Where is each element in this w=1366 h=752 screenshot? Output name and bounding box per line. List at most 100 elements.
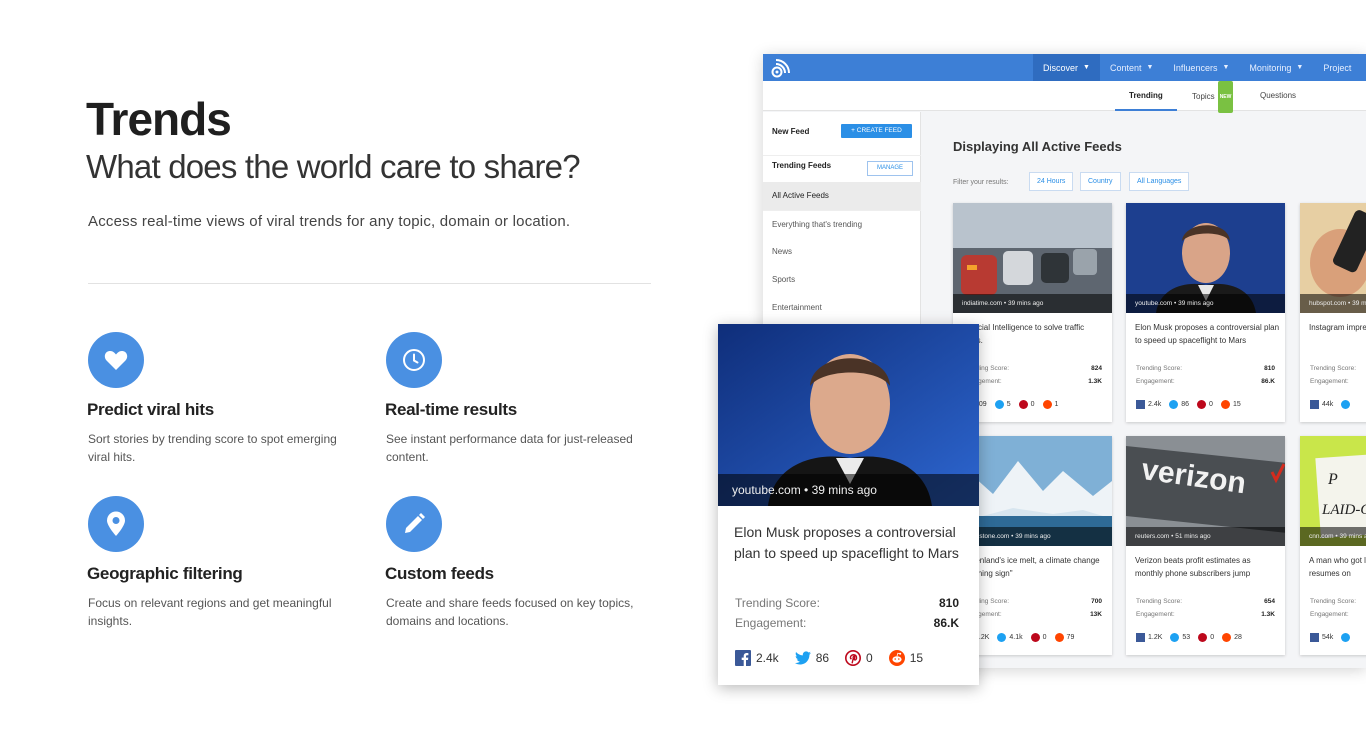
- feature-geographic-filtering: Geographic filtering Focus on relevant r…: [87, 496, 358, 630]
- article-source: youtube.com • 39 mins ago: [1126, 294, 1285, 313]
- feature-title: Custom feeds: [385, 564, 494, 583]
- svg-text:P: P: [1327, 471, 1338, 488]
- social-stats: 44k: [1310, 400, 1366, 409]
- article-source: cnn.com • 39 mins ago: [1300, 527, 1366, 546]
- engagement: Engagement: 1.3K: [963, 378, 1102, 385]
- chevron-down-icon: ▼: [1296, 64, 1304, 71]
- facebook-stat: 54k: [1310, 633, 1333, 642]
- create-feed-button[interactable]: + CREATE FEED: [841, 124, 912, 138]
- twitter-icon: [1169, 400, 1179, 409]
- feature-description: Create and share feeds focused on key to…: [386, 596, 634, 628]
- facebook-icon: [1310, 400, 1319, 409]
- twitter-icon: [794, 651, 811, 665]
- reddit-stat: 15: [888, 650, 923, 666]
- trending-score: Trending Score: 824: [963, 365, 1102, 372]
- tab-questions[interactable]: Questions: [1260, 81, 1296, 111]
- twitter-icon: [1341, 400, 1351, 409]
- twitter-stat: 5: [994, 400, 1011, 409]
- pinterest-stat: 0: [1198, 633, 1214, 642]
- facebook-stat: 2.4k: [735, 650, 779, 666]
- app-logo-icon[interactable]: [771, 58, 791, 78]
- chevron-down-icon: ▼: [1222, 64, 1230, 71]
- feed-card[interactable]: verizon reuters.com • 51 mins ago Verizo…: [1126, 436, 1285, 655]
- pinterest-icon: [1197, 400, 1207, 409]
- feature-title: Real-time results: [385, 400, 517, 419]
- tab-topics[interactable]: Topics NEW: [1192, 81, 1234, 113]
- trending-score: Trending Score:: [1310, 365, 1357, 372]
- page-subtitle: What does the world care to share?: [86, 148, 581, 185]
- feed-card[interactable]: hubspot.com • 39 mins ago Instagram impr…: [1300, 203, 1366, 422]
- trending-score: Trending Score:: [1310, 598, 1357, 605]
- clock-icon: [386, 332, 442, 388]
- trending-feeds-row: Trending Feeds MANAGE: [763, 155, 921, 179]
- nav-project[interactable]: Project: [1313, 54, 1361, 81]
- article-title: Artificial Intelligence to solve traffic…: [962, 323, 1085, 345]
- twitter-icon: [997, 633, 1007, 642]
- trending-score: Trending Score: 810: [735, 596, 959, 610]
- sidebar-item-all-active-feeds[interactable]: All Active Feeds: [763, 182, 921, 210]
- nav-influencers[interactable]: Influencers ▼: [1163, 54, 1239, 81]
- manage-button[interactable]: MANAGE: [867, 161, 913, 176]
- tab-trending[interactable]: Trending: [1115, 81, 1177, 111]
- twitter-icon: [1170, 633, 1180, 642]
- svg-text:LAID-OFF: LAID-OFF: [1321, 502, 1366, 518]
- engagement: Engagement:: [1310, 378, 1349, 385]
- feature-predict-viral-hits: Predict viral hits Sort stories by trend…: [87, 332, 358, 466]
- reddit-stat: 28: [1222, 633, 1242, 642]
- article-source: reuters.com • 51 mins ago: [1126, 527, 1285, 546]
- feature-title: Geographic filtering: [87, 564, 243, 583]
- feature-description: See instant performance data for just-re…: [386, 432, 633, 464]
- new-feed-label: New Feed: [772, 127, 810, 136]
- page-description: Access real-time views of viral trends f…: [88, 213, 571, 230]
- sidebar-item-news[interactable]: News: [763, 238, 921, 266]
- pinterest-icon: [1030, 633, 1040, 642]
- featured-card[interactable]: youtube.com • 39 mins ago Elon Musk prop…: [718, 324, 979, 685]
- feature-title: Predict viral hits: [87, 400, 214, 419]
- twitter-icon: [994, 400, 1004, 409]
- pinterest-icon: [1198, 633, 1208, 642]
- filter-label: Filter your results:: [953, 179, 1009, 186]
- feed-card[interactable]: P LAID-OFF cnn.com • 39 mins ago A man w…: [1300, 436, 1366, 655]
- trending-score: Trending Score: 654: [1136, 598, 1275, 605]
- article-source: hubspot.com • 39 mins ago: [1300, 294, 1366, 313]
- article-title: Instagram impression in 100 words: [1309, 323, 1366, 332]
- social-stats: 109 5 0 1: [963, 400, 1112, 409]
- reddit-icon: [1220, 400, 1230, 409]
- pencil-icon: [386, 496, 442, 552]
- pinterest-icon: [1018, 400, 1028, 409]
- facebook-icon: [1136, 633, 1145, 642]
- sidebar-item-everything-trending[interactable]: Everything that's trending: [763, 210, 921, 238]
- facebook-stat: 2.4k: [1136, 400, 1161, 409]
- page-title: Trends: [86, 93, 232, 145]
- feature-description: Focus on relevant regions and get meanin…: [88, 596, 332, 628]
- feed-card[interactable]: youtube.com • 39 mins ago Elon Musk prop…: [1126, 203, 1285, 422]
- sidebar-item-entertainment[interactable]: Entertainment: [763, 294, 921, 322]
- reddit-stat: 79: [1054, 633, 1074, 642]
- twitter-stat: 53: [1170, 633, 1190, 642]
- reddit-icon: [888, 650, 905, 666]
- sidebar-item-sports[interactable]: Sports: [763, 266, 921, 294]
- filter-country[interactable]: Country: [1080, 172, 1121, 191]
- nav-discover[interactable]: Discover ▼: [1033, 54, 1100, 81]
- article-title: Elon Musk proposes a controversial plan …: [1135, 323, 1280, 345]
- facebook-stat: 44k: [1310, 400, 1333, 409]
- engagement: Engagement: 13K: [963, 611, 1102, 618]
- twitter-stat: [1341, 400, 1353, 409]
- twitter-icon: [1341, 633, 1351, 642]
- twitter-stat: [1341, 633, 1353, 642]
- twitter-stat: 4.1k: [997, 633, 1023, 642]
- feature-description: Sort stories by trending score to spot e…: [88, 432, 337, 464]
- feed-list: All Active Feeds Everything that's trend…: [763, 182, 921, 322]
- filter-all-languages[interactable]: All Languages: [1129, 172, 1190, 191]
- article-title: Greenland's ice melt, a climate change "…: [962, 556, 1100, 578]
- feature-custom-feeds: Custom feeds Create and share feeds focu…: [385, 496, 656, 630]
- facebook-icon: [1310, 633, 1319, 642]
- map-pin-icon: [88, 496, 144, 552]
- reddit-icon: [1054, 633, 1064, 642]
- section-divider: [88, 283, 651, 284]
- nav-content[interactable]: Content ▼: [1100, 54, 1163, 81]
- filter-24-hours[interactable]: 24 Hours: [1029, 172, 1074, 191]
- top-nav: Discover ▼ Content ▼ Influencers ▼ Monitori…: [1033, 54, 1361, 81]
- pinterest-stat: 0: [1197, 400, 1213, 409]
- nav-monitoring[interactable]: Monitoring ▼: [1239, 54, 1313, 81]
